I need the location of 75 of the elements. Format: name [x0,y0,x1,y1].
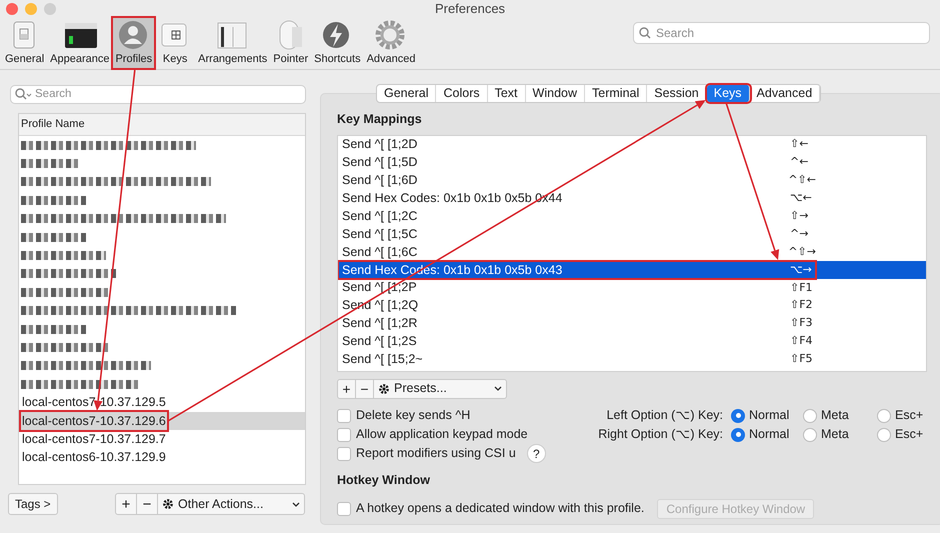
radio-label: Esc+ [895,426,924,444]
remove-button[interactable]: − [356,380,374,398]
chevron-icon [494,386,502,392]
key-mapping-row[interactable]: Send ^[ [1;5D ^← [338,154,926,172]
toolbar-button[interactable]: Keys [155,17,196,69]
redacted-text [21,159,81,168]
radio-button[interactable] [731,428,745,442]
radio-button[interactable] [803,408,817,423]
checkbox[interactable] [337,502,351,516]
key-mapping-row[interactable]: Send ^[ [15;2~ ⇧F5 [338,350,926,368]
key-mapping-row[interactable]: Send ^[ [1;6C ^⇧→ [338,243,926,261]
radio-label: Normal [749,426,790,444]
checkbox-label: A hotkey opens a dedicated window with this profile. [356,500,644,518]
section-title: Key Mappings [337,111,423,128]
column-header[interactable]: Profile Name [19,114,305,136]
close-button[interactable] [6,3,18,15]
chevron-icon [292,502,300,506]
toolbar-button[interactable]: Advanced [364,17,419,69]
option-label: Right Option (⌥) Key: [597,426,724,444]
key-mapping-row[interactable]: Send ^[ [1;2R ⇧F3 [338,314,926,333]
tab[interactable]: Colors [436,85,488,102]
redacted-text [21,324,86,334]
redacted-text [21,196,86,205]
checkbox[interactable] [337,428,351,442]
gear-icon [378,382,390,395]
tags-button[interactable]: Tags > [8,493,58,515]
radio-button[interactable] [877,428,891,442]
toolbar-button[interactable]: Arrangements [195,17,270,69]
redacted-text [21,232,86,242]
checkbox-label: Delete key sends ^H [356,407,470,424]
search-field[interactable]: Search [633,22,930,44]
checkbox-label: Report modifiers using CSI u [356,445,516,462]
checkbox[interactable] [337,446,351,461]
key-mapping-row[interactable]: Send ^[ [1;6D ^⇧← [338,172,926,190]
toolbar-button[interactable]: Profiles [112,17,156,69]
tab[interactable]: Terminal [585,85,648,102]
tab[interactable]: Advanced [750,85,820,102]
help-button[interactable]: ? [526,444,546,464]
toolbar-button[interactable]: Shortcuts [311,17,364,69]
radio-label: Meta [821,407,849,424]
key-mapping-row[interactable]: Send ^[ [1;2C ⇧→ [338,207,926,226]
presets-dropdown[interactable]: Presets... [374,380,506,398]
search-field[interactable]: Search [10,84,306,104]
checkbox-label: Allow application keypad mode [356,426,528,444]
key-mapping-row[interactable]: Send ^[ [1;2S ⇧F4 [338,332,926,350]
remove-button[interactable]: − [137,494,158,514]
radio-label: Esc+ [895,407,924,424]
profile-name[interactable]: local-centos6-10.37.129.9 [21,448,167,468]
checkbox[interactable] [337,408,351,423]
add-button[interactable]: + [338,380,356,398]
search-icon [15,88,32,100]
radio-button[interactable] [803,428,817,442]
profile-name[interactable]: local-centos7-10.37.129.7 [21,430,167,449]
tab[interactable]: General [377,85,436,102]
tab[interactable]: Text [488,85,526,102]
minimize-button[interactable] [25,3,37,15]
zoom-button[interactable] [44,3,56,15]
key-mapping-row[interactable]: Send ^[ [1;5C ^→ [338,225,926,244]
radio-button[interactable] [731,408,745,423]
radio-button[interactable] [877,408,891,423]
option-label: Left Option (⌥) Key: [606,407,724,424]
search-icon [639,27,651,39]
window-title: Preferences [434,0,506,18]
add-button[interactable]: + [116,494,137,514]
toolbar-button[interactable]: Pointer [270,17,312,69]
section-title: Hotkey Window [337,472,431,489]
gear-icon [162,498,174,510]
toolbar-button[interactable]: Appearance [47,17,112,69]
tab[interactable]: Keys [706,85,750,102]
other-actions-dropdown[interactable]: Other Actions... [158,494,304,514]
key-mapping-row[interactable]: Send ^[ [1;2D ⇧← [338,136,926,154]
toolbar-button[interactable]: General [2,17,48,69]
radio-label: Meta [821,426,849,444]
radio-label: Normal [749,407,790,424]
tab[interactable]: Window [526,85,586,102]
